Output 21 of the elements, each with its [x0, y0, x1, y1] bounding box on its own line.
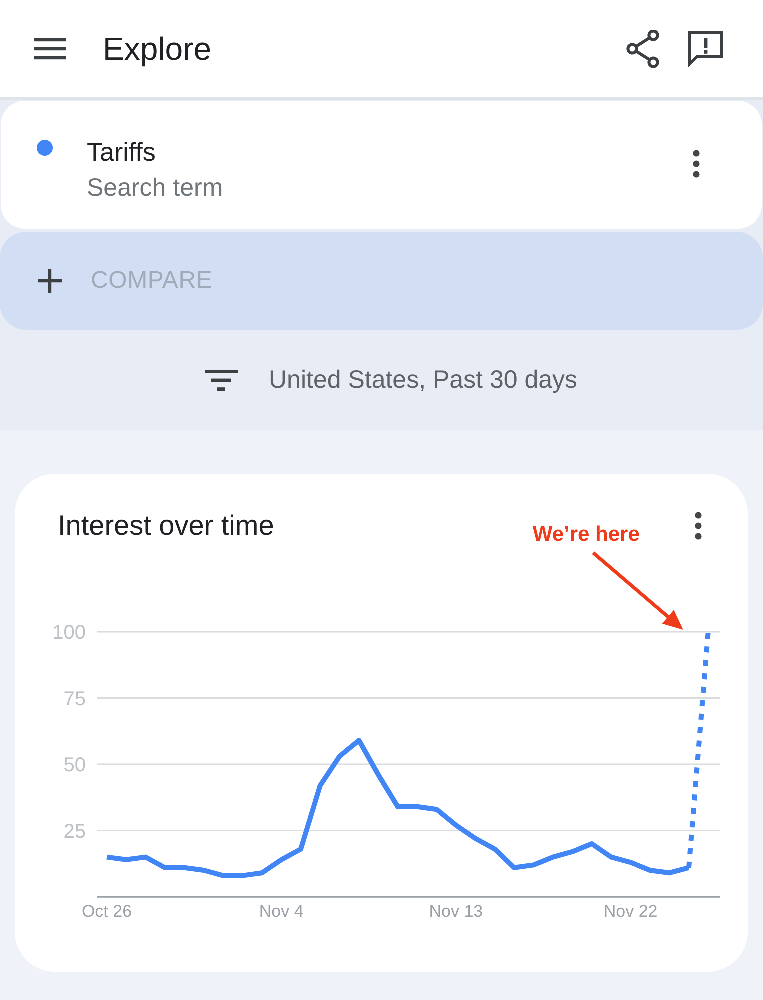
y-axis-label: 75	[64, 688, 86, 710]
x-axis-label: Nov 4	[259, 902, 304, 921]
y-axis-label: 100	[52, 622, 86, 644]
feedback-icon	[688, 30, 724, 66]
share-icon	[626, 30, 660, 68]
more-options-icon	[692, 150, 700, 178]
filter-icon	[205, 370, 238, 390]
y-axis-label: 25	[64, 820, 86, 843]
x-axis-label: Oct 26	[82, 902, 132, 921]
chart-title: Interest over time	[58, 509, 274, 543]
x-axis-label: Nov 13	[429, 902, 484, 921]
y-axis-label: 50	[64, 754, 86, 776]
page-title: Explore	[103, 30, 212, 68]
plus-icon	[38, 269, 62, 293]
menu-icon	[34, 38, 66, 60]
search-term-label: Tariffs	[87, 136, 156, 168]
more-options-icon	[694, 512, 702, 540]
annotation-label: We’re here	[532, 523, 640, 546]
x-axis-label: Nov 22	[604, 902, 658, 921]
filter-button[interactable]: United States, Past 30 days	[205, 364, 578, 396]
search-term-subtitle: Search term	[87, 173, 224, 204]
